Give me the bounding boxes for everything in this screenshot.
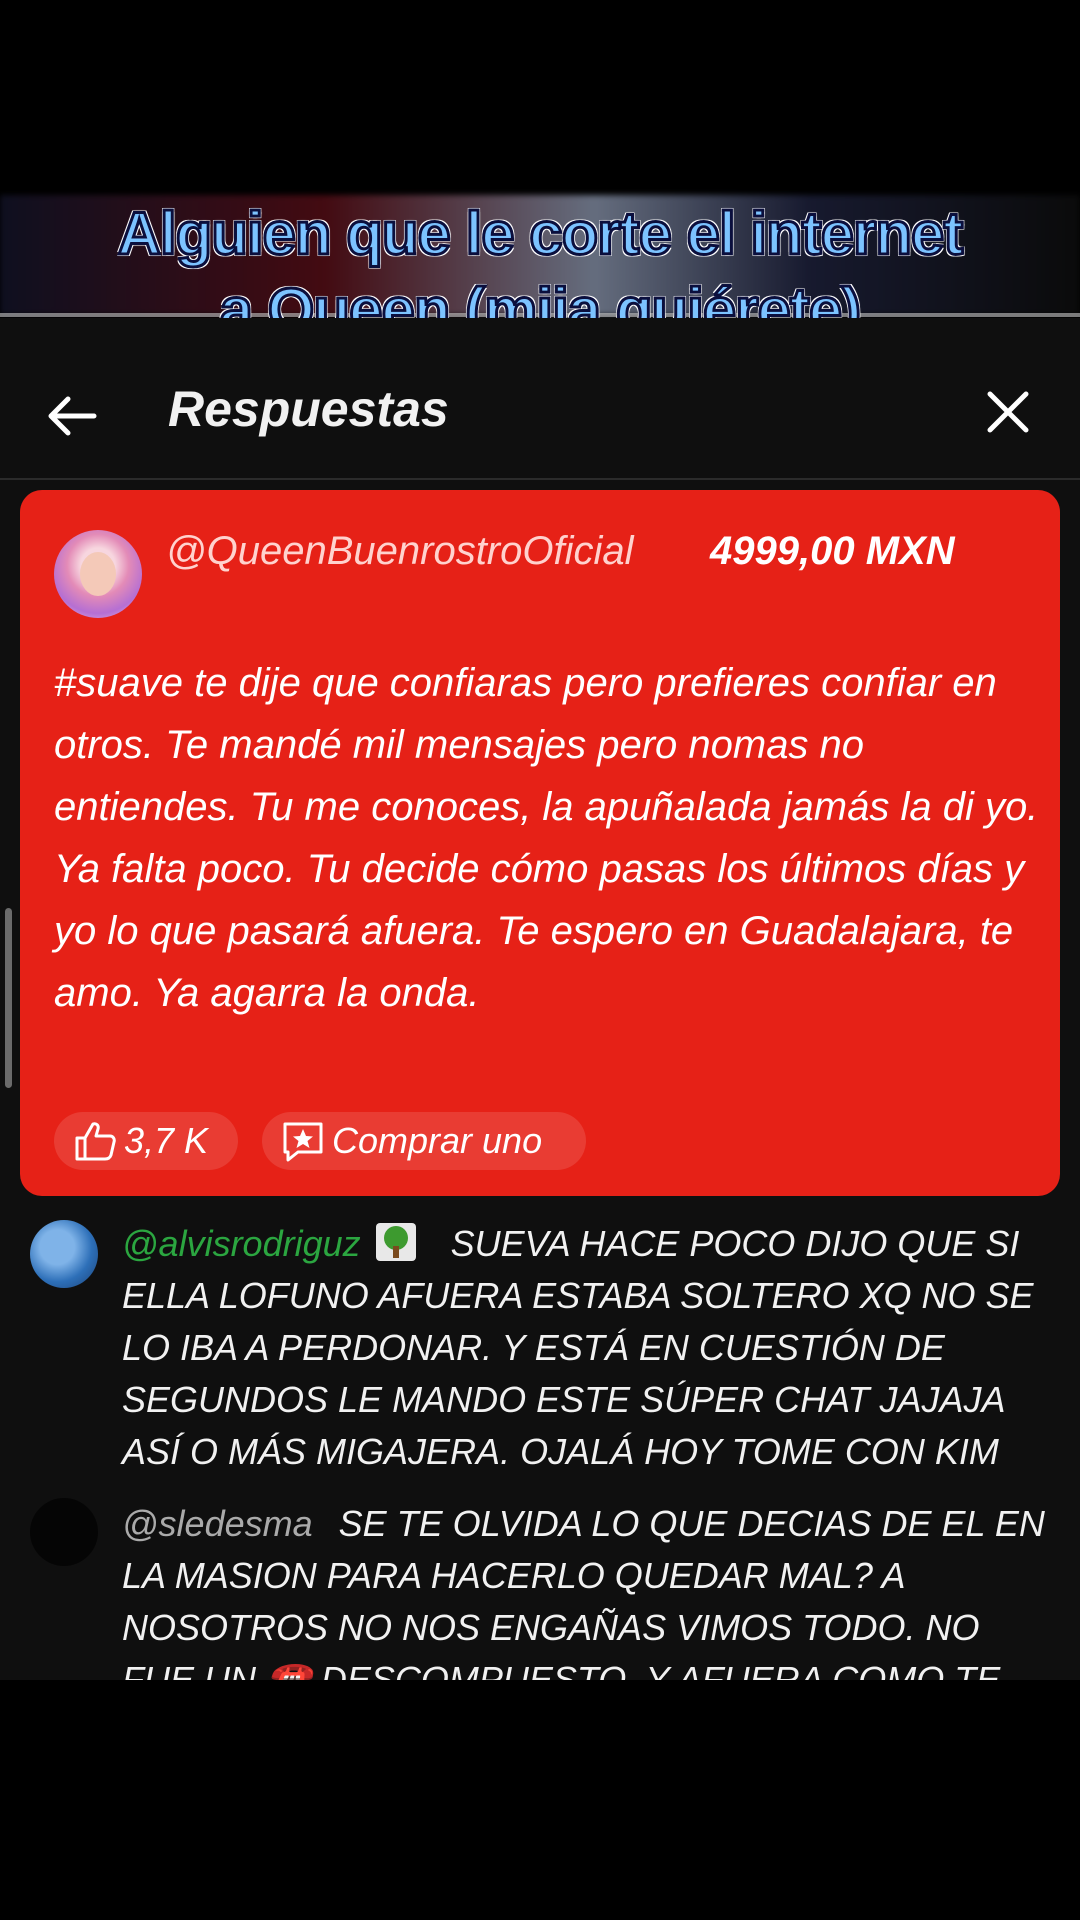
comment-body: @sledesma SE TE OLVIDA LO QUE DECIAS DE E… — [122, 1498, 1052, 1680]
close-icon — [987, 391, 1029, 433]
buy-label: Comprar uno — [332, 1120, 543, 1161]
like-button[interactable]: 3,7 K — [54, 1112, 238, 1170]
comment-author[interactable]: @alvisrodriguz — [122, 1223, 361, 1264]
avatar[interactable] — [54, 530, 142, 618]
caption-line-1: Alguien que le corte el internet — [116, 199, 965, 269]
super-chat-message: #suave te dije que confiaras pero prefie… — [54, 661, 1039, 1015]
replies-panel: Respuestas @QueenBuenrostroOficial 4999,… — [0, 318, 1080, 1680]
avatar[interactable] — [30, 1220, 98, 1288]
comment-body: @alvisrodriguz SUEVA HACE POCO DIJO QUE S… — [122, 1218, 1052, 1478]
close-button[interactable] — [982, 386, 1034, 438]
comment-author[interactable]: @sledesma — [122, 1503, 313, 1544]
buy-super-chat-button[interactable]: Comprar uno — [262, 1112, 586, 1170]
scrollbar[interactable] — [5, 908, 12, 1088]
super-chat-card: @QueenBuenrostroOficial 4999,00 MXN #sua… — [20, 490, 1060, 1196]
super-chat-star-icon — [283, 1122, 323, 1162]
arrow-left-icon — [48, 396, 97, 436]
back-button[interactable] — [42, 386, 102, 446]
super-chat-amount: 4999,00 MXN — [710, 529, 955, 573]
tree-emoji-icon — [375, 1223, 416, 1261]
panel-header: Respuestas — [0, 318, 1080, 480]
avatar[interactable] — [30, 1498, 98, 1566]
thumbs-up-icon — [75, 1122, 116, 1161]
like-count: 3,7 K — [124, 1120, 209, 1161]
page-title: Respuestas — [168, 381, 449, 437]
super-chat-author[interactable]: @QueenBuenrostroOficial — [166, 520, 696, 582]
